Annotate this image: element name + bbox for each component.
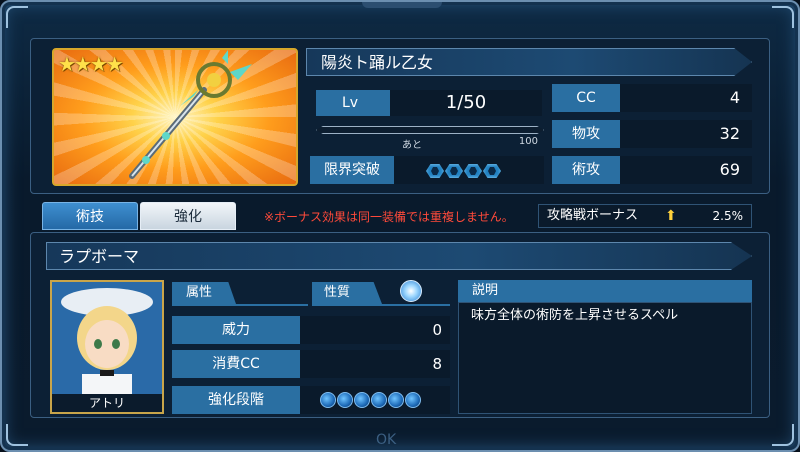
- property-water-icon: [400, 280, 422, 302]
- up-arrow-icon: ⬆: [665, 208, 677, 224]
- frame-corner: [6, 6, 28, 28]
- raid-bonus: 攻略戦ボーナス ⬆ 2.5%: [538, 204, 752, 228]
- exp-bar: あと 100: [316, 124, 544, 151]
- character-avatar: [52, 282, 162, 394]
- frame-corner: [6, 424, 28, 446]
- top-handle: [362, 2, 442, 8]
- limit-break-gauge: [394, 156, 544, 184]
- ok-button[interactable]: OK: [376, 432, 396, 448]
- tab-skill[interactable]: 術技: [42, 202, 138, 230]
- enhance-orb-icon: [405, 392, 421, 408]
- attribute-label: 属性: [172, 282, 236, 304]
- property-underline: [312, 304, 450, 306]
- raid-bonus-value: 2.5%: [712, 209, 744, 223]
- tab-enhance[interactable]: 強化: [140, 202, 236, 230]
- frame-corner: [772, 424, 794, 446]
- stat-matk-label: 術攻: [552, 156, 620, 184]
- description-label: 説明: [458, 280, 752, 302]
- level-label: Lv: [316, 90, 390, 116]
- exp-remaining: 100: [518, 136, 538, 147]
- limit-break-hex-icon: [445, 164, 463, 178]
- exp-track: [316, 126, 544, 134]
- bonus-notice: ※ボーナス効果は同一装備では重複しません。: [264, 210, 514, 224]
- cost-value: 8: [300, 350, 450, 378]
- stat-patk-label: 物攻: [552, 120, 620, 148]
- level-value: 1/50: [390, 90, 542, 116]
- skill-name: ラプボーマ: [46, 242, 752, 270]
- enhance-orb-icon: [354, 392, 370, 408]
- enhance-orb-icon: [337, 392, 353, 408]
- limit-break-hex-icon: [464, 164, 482, 178]
- limit-break-hex-icon: [483, 164, 501, 178]
- enhance-orb-icon: [371, 392, 387, 408]
- power-label: 威力: [172, 316, 300, 344]
- character-name: アトリ: [52, 394, 162, 412]
- attribute-underline: [172, 304, 308, 306]
- stat-cc-label: CC: [552, 84, 620, 112]
- property-label: 性質: [312, 282, 382, 304]
- rarity-stars: ★★★★: [58, 52, 124, 76]
- weapon-name: 陽炎ト踊ル乙女: [306, 48, 752, 76]
- enhance-orb-icon: [320, 392, 336, 408]
- frame-corner: [772, 6, 794, 28]
- weapon-image: ★★★★: [52, 48, 298, 186]
- stat-cc-value: 4: [620, 84, 752, 112]
- cost-label: 消費CC: [172, 350, 300, 378]
- stat-patk-value: 32: [620, 120, 752, 148]
- description-text: 味方全体の術防を上昇させるスペル: [458, 302, 752, 414]
- character-portrait: アトリ: [50, 280, 164, 414]
- raid-bonus-label: 攻略戦ボーナス: [547, 208, 639, 223]
- enhance-stage-orbs: [300, 386, 450, 414]
- enhance-orb-icon: [388, 392, 404, 408]
- power-value: 0: [300, 316, 450, 344]
- stat-matk-value: 69: [620, 156, 752, 184]
- enhance-stage-label: 強化段階: [172, 386, 300, 414]
- exp-prefix: あと: [402, 140, 422, 151]
- limit-break-hex-icon: [426, 164, 444, 178]
- limit-break-label: 限界突破: [310, 156, 394, 184]
